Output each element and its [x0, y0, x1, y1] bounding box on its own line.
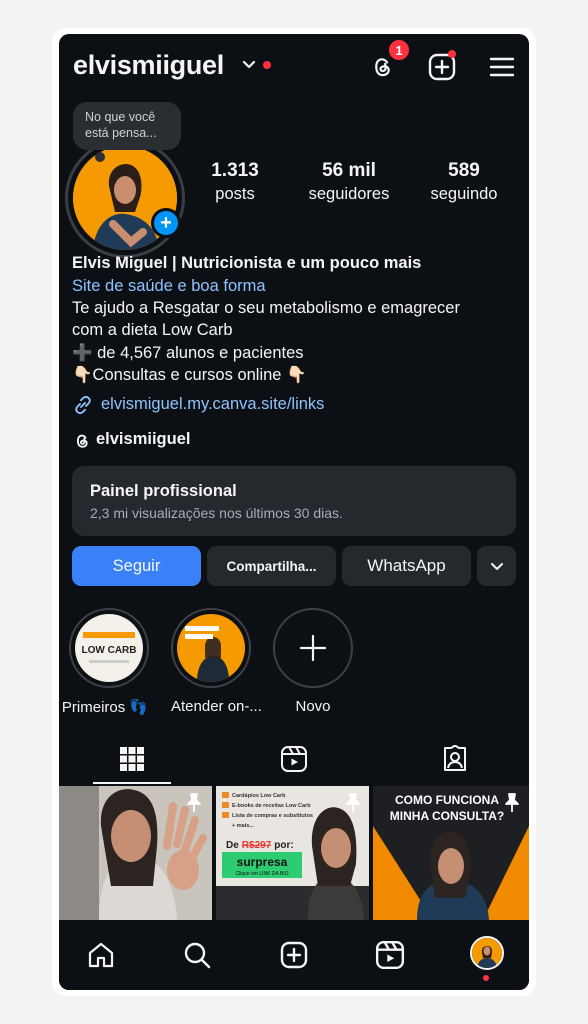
add-story-icon[interactable]: +	[151, 208, 181, 238]
highlight-cover	[177, 614, 245, 682]
stat-label: posts	[215, 185, 255, 203]
post-list-item: + mais...	[232, 823, 254, 829]
stat-label: seguindo	[430, 185, 498, 203]
threads-handle[interactable]: elvismiiguel	[96, 430, 190, 449]
bottom-navigation	[59, 920, 529, 990]
username-header[interactable]: elvismiiguel	[73, 50, 224, 81]
profile-screen: elvismiiguel 1 No que você está pensa...…	[59, 34, 529, 990]
post-caption: surpresa	[237, 855, 288, 869]
highlight-new[interactable]: Novo	[273, 608, 353, 715]
profile-category[interactable]: Site de saúde e boa forma	[72, 275, 522, 298]
share-profile-button[interactable]: Compartilha...	[207, 546, 336, 586]
stat-posts[interactable]: 1.313 posts	[180, 160, 290, 204]
chevron-down-icon[interactable]	[241, 56, 257, 72]
highlight-item[interactable]: LOW CARB Primeiros 👣	[62, 608, 149, 716]
tagged-icon[interactable]	[440, 744, 470, 774]
whatsapp-button[interactable]: WhatsApp	[342, 546, 471, 586]
stat-label: seguidores	[308, 185, 390, 203]
post-thumbnail[interactable]: COMO FUNCIONA MINHA CONSULTA?	[373, 786, 529, 920]
pin-icon	[183, 792, 205, 814]
post-list-item: Cardápios Low Carb	[232, 793, 286, 799]
link-icon	[72, 394, 94, 416]
grid-icon[interactable]	[117, 744, 147, 774]
bio-line: 👇🏻Consultas e cursos online 👇🏻	[72, 366, 307, 384]
post-old-price: R$297	[242, 840, 272, 851]
note-bubble[interactable]: No que você está pensa...	[73, 102, 181, 150]
add-post-dot	[448, 50, 456, 58]
threads-icon	[72, 431, 92, 451]
stat-followers[interactable]: 56 mil seguidores	[294, 160, 404, 204]
post-caption-line: MINHA CONSULTA?	[390, 809, 504, 823]
post-caption-line: COMO FUNCIONA	[395, 793, 499, 807]
search-icon[interactable]	[180, 938, 214, 972]
plus-icon	[299, 634, 327, 662]
dashboard-title: Painel profissional	[90, 482, 237, 500]
highlight-item[interactable]: Atender on-...	[171, 608, 262, 715]
post-list-item: E-books de receitas Low Carb	[232, 803, 311, 809]
highlight-label: Atender on-...	[171, 698, 262, 715]
dashboard-subtitle: 2,3 mi visualizações nos últimos 30 dias…	[90, 505, 343, 521]
new-highlight-ring	[273, 608, 353, 688]
highlight-ring: LOW CARB	[69, 608, 149, 688]
reels-icon[interactable]	[373, 938, 407, 972]
post-price-prefix: De	[226, 840, 239, 851]
highlight-cover: LOW CARB	[75, 614, 143, 682]
profile-tab-dot	[483, 975, 489, 981]
note-bubble-tail	[95, 152, 105, 162]
post-thumbnail[interactable]: De R$297 por: surpresa Clique em LINK DA B…	[216, 786, 369, 920]
suggestions-button[interactable]	[477, 546, 516, 586]
active-tab-indicator	[93, 782, 171, 784]
highlight-ring	[171, 608, 251, 688]
post-subcaption: Clique em LINK DA BIO	[235, 871, 288, 877]
post-thumbnail[interactable]	[59, 786, 212, 920]
post-list-item: Lista de compras e substitutos	[232, 813, 313, 819]
highlight-label: Primeiros 👣	[61, 699, 149, 716]
threads-notification-badge: 1	[387, 38, 411, 62]
post-price-suffix: por:	[274, 840, 293, 851]
pin-icon	[342, 792, 364, 814]
highlight-cover-text: LOW CARB	[82, 645, 137, 656]
pin-icon	[501, 792, 523, 814]
follow-button[interactable]: Seguir	[72, 546, 201, 586]
stat-value: 1.313	[211, 160, 259, 181]
menu-icon[interactable]	[485, 50, 519, 84]
profile-avatar-tab[interactable]	[470, 936, 504, 970]
create-icon[interactable]	[277, 938, 311, 972]
highlight-label: Novo	[295, 698, 331, 715]
reels-icon[interactable]	[279, 744, 309, 774]
home-icon[interactable]	[84, 938, 118, 972]
stat-value: 589	[448, 160, 480, 181]
bio-line: ➕ de 4,567 alunos e pacientes	[72, 344, 304, 362]
stat-following[interactable]: 589 seguindo	[409, 160, 519, 204]
svg-text:DeR$297por:: De R$297 por:	[226, 840, 294, 851]
bio-line: com a dieta Low Carb	[72, 321, 233, 339]
bio-link[interactable]: elvismiguel.my.canva.site/links	[101, 393, 481, 416]
professional-dashboard[interactable]: Painel profissional 2,3 mi visualizações…	[72, 466, 516, 536]
profile-name: Elvis Miguel | Nutricionista e um pouco …	[72, 254, 422, 272]
unread-dot	[263, 61, 271, 69]
stat-value: 56 mil	[322, 160, 376, 181]
bio-line: Te ajudo a Resgatar o seu metabolismo e …	[72, 299, 460, 317]
chevron-down-icon	[490, 563, 503, 570]
